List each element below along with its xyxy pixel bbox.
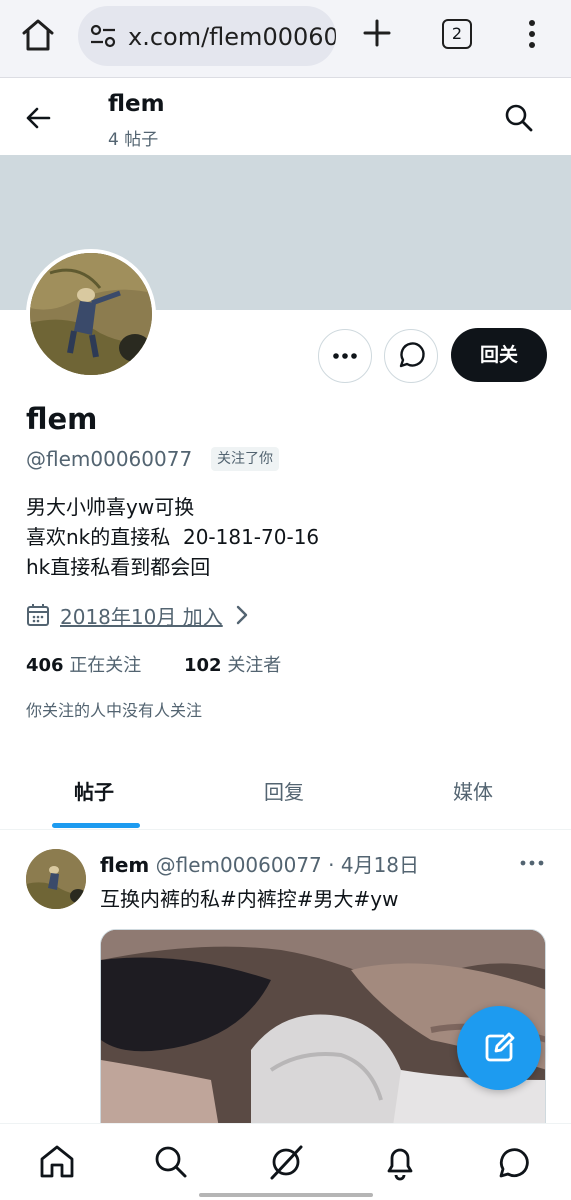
bio-line: hk直接私看到都会回 xyxy=(26,555,211,579)
post-handle-date: @flem00060077 · 4月18日 xyxy=(155,853,420,877)
gesture-bar xyxy=(199,1193,373,1197)
followers-stat[interactable]: 102 关注者 xyxy=(184,651,281,677)
profile-handle: @flem00060077 xyxy=(26,447,193,471)
bio-line: 男大小帅喜yw可换 xyxy=(26,495,195,519)
bottom-nav xyxy=(0,1123,571,1200)
profile-name: flem xyxy=(26,402,98,436)
message-button[interactable] xyxy=(384,329,438,383)
home-icon[interactable] xyxy=(18,17,58,53)
post-count: 4 帖子 xyxy=(108,130,159,150)
active-tab-indicator xyxy=(52,823,140,828)
followers-label: 关注者 xyxy=(227,655,282,676)
grok-icon[interactable] xyxy=(266,1142,306,1182)
following-label: 正在关注 xyxy=(69,655,142,676)
more-horizontal-icon[interactable] xyxy=(518,853,546,873)
plus-icon[interactable] xyxy=(362,18,392,48)
tab-posts[interactable]: 帖子 xyxy=(74,776,114,805)
search-icon[interactable] xyxy=(151,1142,191,1182)
profile-header: flem 4 帖子 xyxy=(0,79,571,155)
bio-line: 喜欢nk的直接私 20-181-70-16 xyxy=(26,525,320,549)
profile-bio: 男大小帅喜yw可换 喜欢nk的直接私 20-181-70-16 hk直接私看到都… xyxy=(26,492,319,582)
home-icon[interactable] xyxy=(37,1142,77,1182)
post-avatar[interactable] xyxy=(26,849,86,909)
messages-icon[interactable] xyxy=(494,1142,534,1182)
following-stat[interactable]: 406 正在关注 xyxy=(26,655,141,676)
joined-text[interactable]: 2018年10月 加入 xyxy=(60,601,223,630)
back-arrow-icon[interactable] xyxy=(22,101,56,135)
more-vertical-icon[interactable] xyxy=(522,18,542,50)
search-icon[interactable] xyxy=(502,101,536,135)
follow-back-button[interactable]: 回关 xyxy=(451,328,547,382)
tab-switcher-button[interactable]: 2 xyxy=(442,19,472,49)
avatar[interactable] xyxy=(26,249,156,379)
tab-replies[interactable]: 回复 xyxy=(264,776,304,805)
tune-icon[interactable] xyxy=(90,24,116,48)
follow-stats: 406 正在关注 102 关注者 xyxy=(26,651,281,677)
chevron-right-icon xyxy=(232,604,252,626)
compose-icon xyxy=(485,1032,515,1062)
post-author-name[interactable]: flem xyxy=(100,853,149,877)
post-text: 互换内裤的私#内裤控#男大#yw xyxy=(100,887,399,911)
calendar-icon xyxy=(26,603,50,627)
more-horizontal-icon xyxy=(333,353,357,359)
url-text[interactable]: x.com/flem00060077 xyxy=(128,23,336,51)
more-options-button[interactable] xyxy=(318,329,372,383)
followers-count: 102 xyxy=(184,655,222,676)
following-count: 406 xyxy=(26,655,64,676)
follows-you-badge: 关注了你 xyxy=(211,447,279,471)
browser-toolbar: x.com/flem00060077 2 xyxy=(0,0,571,78)
notifications-icon[interactable] xyxy=(380,1142,420,1182)
profile-tabs: 帖子 回复 媒体 xyxy=(0,752,571,830)
post-header: flem @flem00060077 · 4月18日 xyxy=(100,849,419,878)
compose-button[interactable] xyxy=(457,1006,541,1090)
address-bar[interactable]: x.com/flem00060077 xyxy=(78,6,336,66)
message-icon xyxy=(399,342,425,368)
header-title: flem xyxy=(108,91,165,117)
tab-media[interactable]: 媒体 xyxy=(453,776,493,805)
mutual-followers-note: 你关注的人中没有人关注 xyxy=(26,701,203,720)
